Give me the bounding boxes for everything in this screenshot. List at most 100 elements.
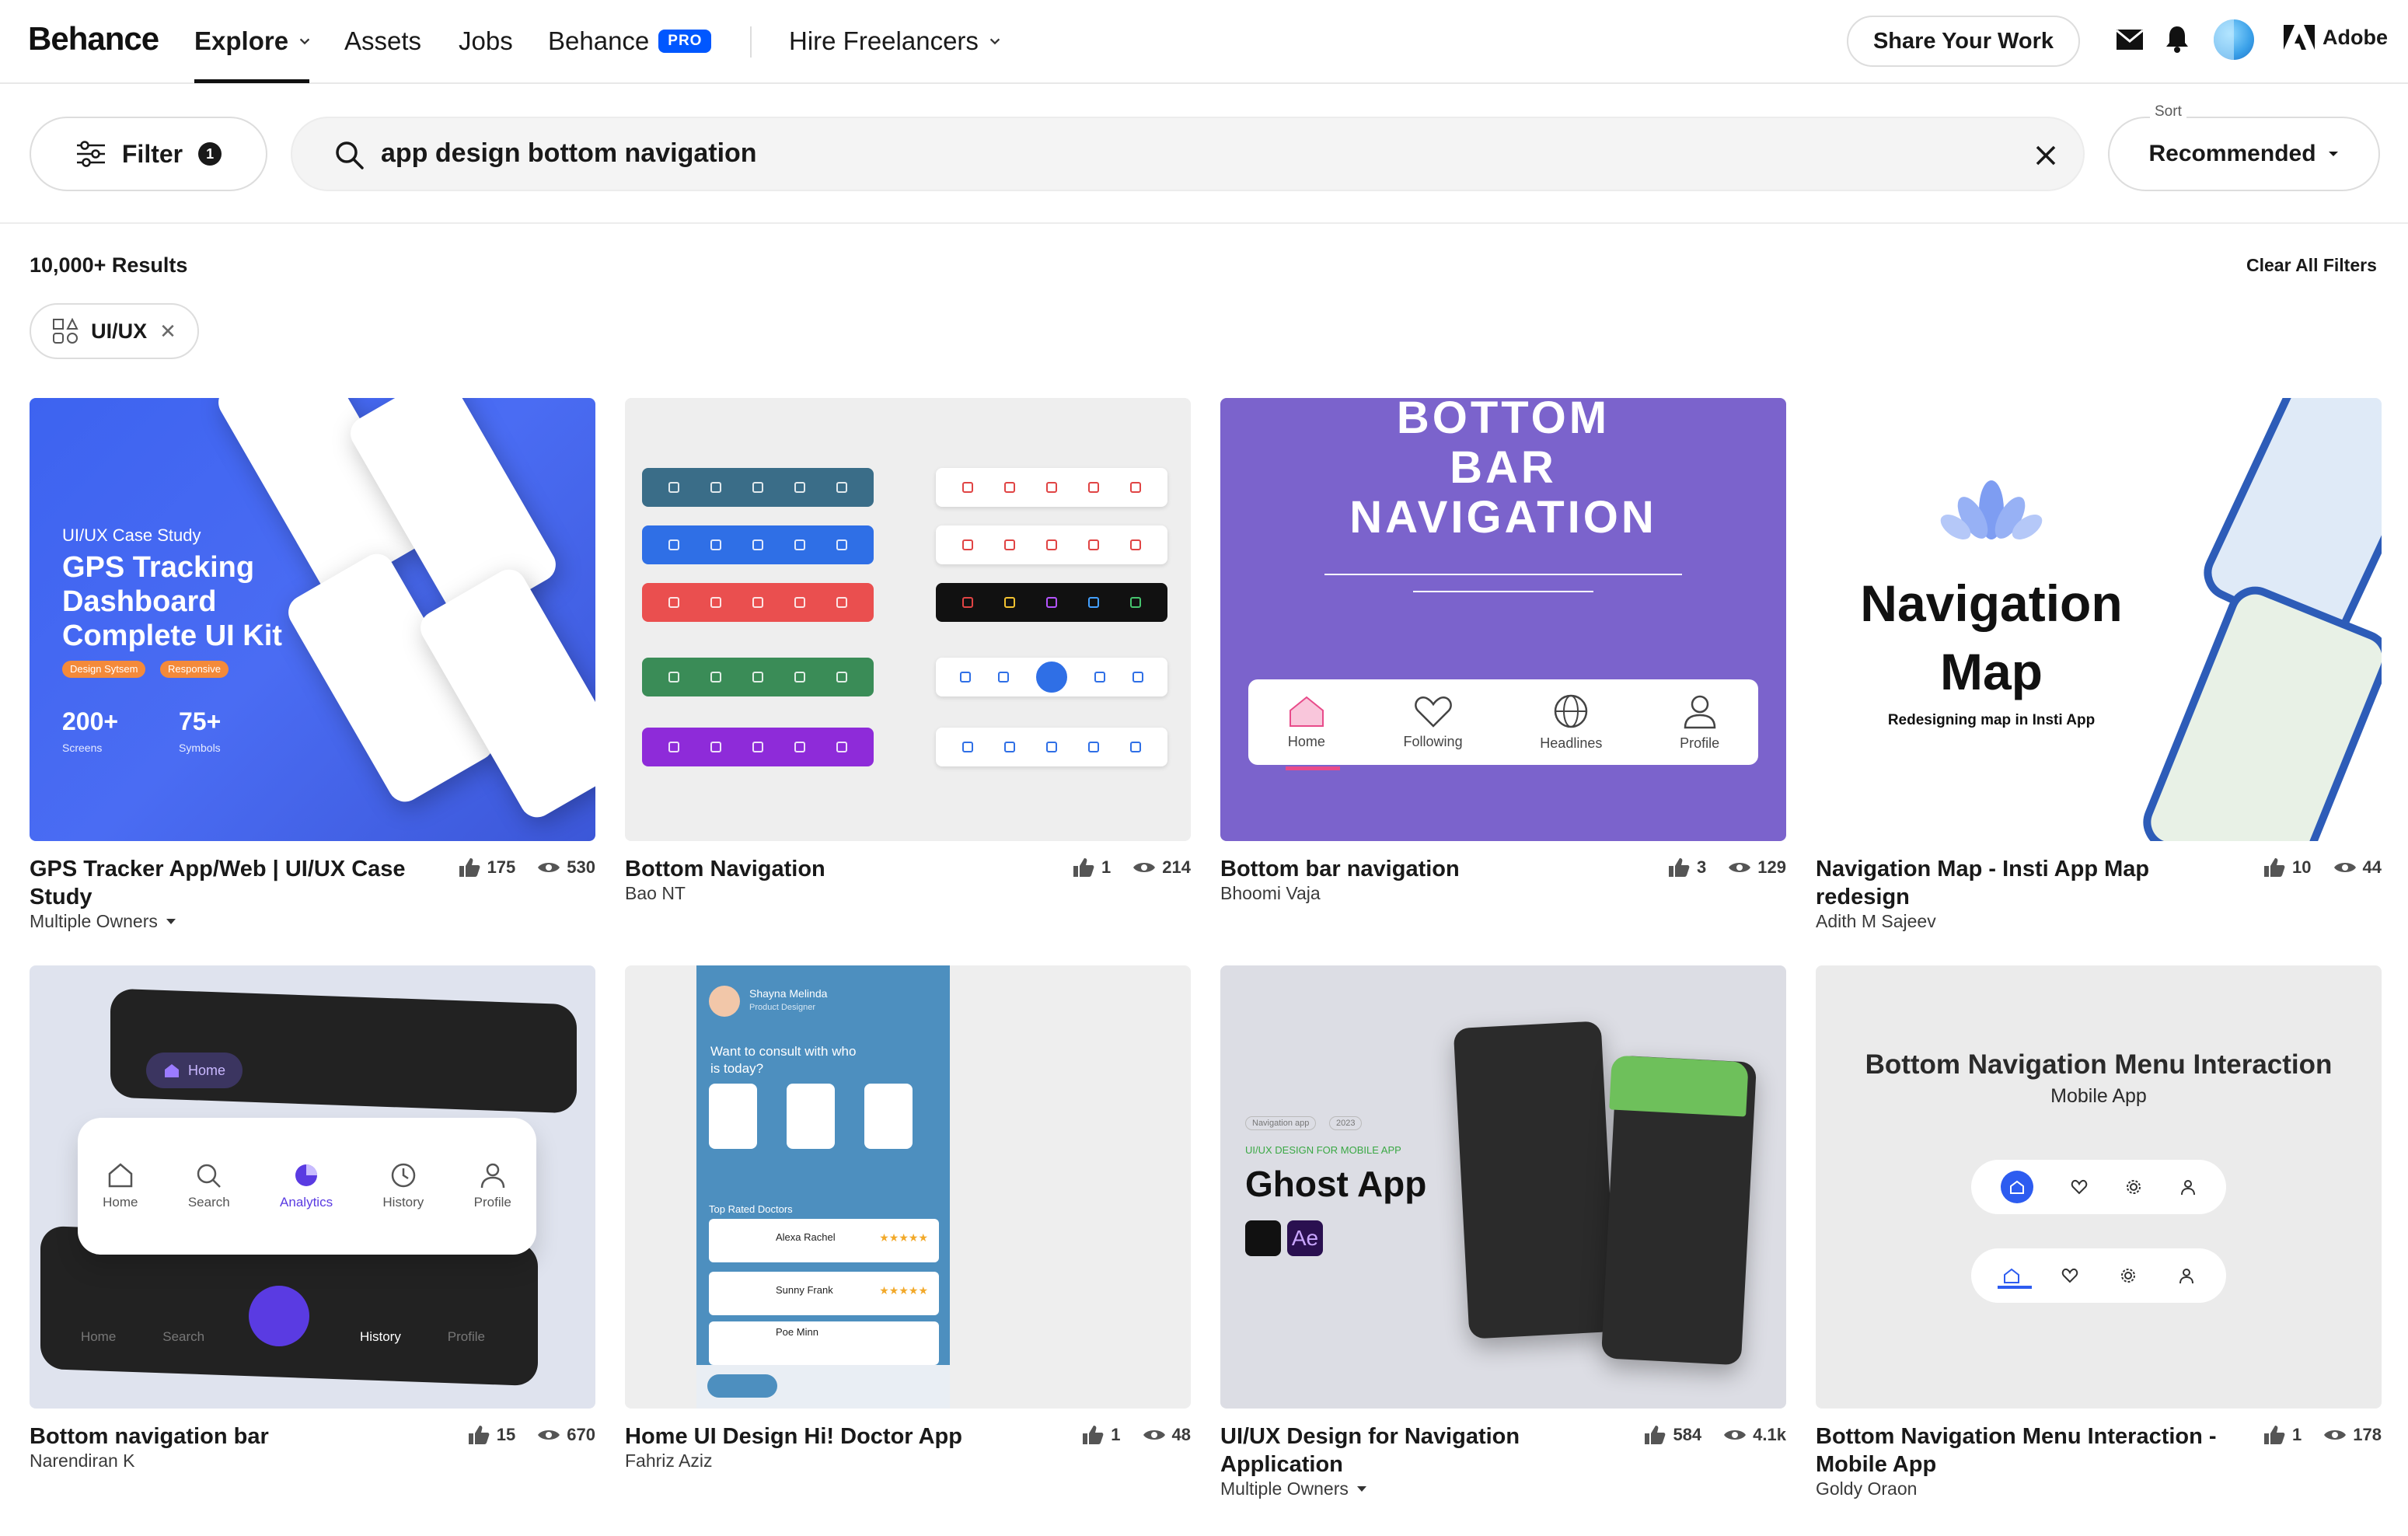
dark-nav-labels: Home Search History Profile	[58, 1329, 508, 1345]
project-owner[interactable]: Bhoomi Vaja	[1220, 883, 1321, 904]
avatar[interactable]	[2214, 19, 2254, 60]
project-owner[interactable]: Adith M Sajeev	[1816, 911, 1936, 932]
thumb-headline: Navigation Map	[1860, 574, 2123, 700]
project-title[interactable]: GPS Tracker App/Web | UI/UX Case Study	[30, 855, 434, 911]
nav-bar-sample	[642, 525, 874, 564]
tab-label: Home	[80, 1329, 117, 1344]
project-owner[interactable]: Goldy Oraon	[1816, 1478, 1917, 1499]
project-thumbnail[interactable]	[625, 398, 1191, 841]
project-title[interactable]: Bottom navigation bar	[30, 1423, 434, 1450]
adobe-link[interactable]: Adobe	[2284, 25, 2388, 50]
nav-bar-sample	[936, 525, 1167, 564]
active-pill-label: Home	[188, 1062, 226, 1078]
project-thumbnail[interactable]: Home Home Search Analytics History Profi…	[30, 965, 595, 1409]
service-card	[709, 1084, 757, 1149]
search-input[interactable]: app design bottom navigation	[381, 138, 1935, 169]
tab-label: Profile	[447, 1329, 485, 1344]
sort-value: Recommended	[2148, 141, 2316, 166]
thumbs-up-icon	[2264, 858, 2285, 877]
filter-button[interactable]: Filter 1	[30, 117, 267, 191]
nav-bar-sample	[936, 583, 1167, 622]
project-thumbnail[interactable]: Bottom Navigation Menu Interaction Mobil…	[1816, 965, 2382, 1409]
globe-icon	[1555, 694, 1588, 728]
close-icon[interactable]	[2033, 143, 2058, 168]
caret-down-icon	[1356, 1486, 1366, 1492]
tag: Responsive	[160, 661, 229, 678]
nav-bar-sample	[642, 728, 874, 766]
chip-remove-icon[interactable]: ✕	[159, 319, 176, 344]
thumb-headline: Bottom Navigation Menu Interaction	[1865, 1049, 2333, 1080]
filter-chip-uiux[interactable]: UI/UX ✕	[30, 303, 199, 359]
user-name: Shayna Melinda	[749, 987, 828, 1000]
nav-behance-pro[interactable]: Behance PRO	[548, 26, 712, 56]
project-stats: 10 44	[2263, 857, 2382, 878]
project-thumbnail[interactable]: Navigation app 2023 UI/UX DESIGN FOR MOB…	[1220, 965, 1786, 1409]
project-stats: 15 670	[467, 1424, 595, 1446]
tab-label: Home	[1287, 733, 1325, 749]
nav-explore[interactable]: Explore	[194, 26, 312, 56]
sort-dropdown[interactable]: Recommended	[2108, 117, 2380, 191]
project-owner[interactable]: Fahriz Aziz	[625, 1450, 712, 1471]
nav-bar-sample	[936, 728, 1167, 766]
nav-jobs[interactable]: Jobs	[459, 26, 513, 56]
thumbs-up-icon	[1645, 1426, 1666, 1444]
project-card[interactable]: Home Home Search Analytics History Profi…	[30, 965, 595, 1471]
filter-count-badge: 1	[198, 142, 222, 166]
project-thumbnail[interactable]: BOTTOM BAR NAVIGATION Home Following Hea…	[1220, 398, 1786, 841]
project-card[interactable]: Navigation app 2023 UI/UX DESIGN FOR MOB…	[1220, 965, 1786, 1499]
tab-profile: Profile	[474, 1162, 511, 1210]
project-title[interactable]: Bottom Navigation	[625, 855, 1029, 883]
search-bar[interactable]: app design bottom navigation	[291, 117, 2085, 191]
project-card[interactable]: Bottom Navigation Menu Interaction Mobil…	[1816, 965, 2382, 1499]
project-card[interactable]: BOTTOM BAR NAVIGATION Home Following Hea…	[1220, 398, 1786, 903]
project-title[interactable]: Navigation Map - Insti App Map redesign	[1816, 855, 2220, 911]
project-title[interactable]: Bottom bar navigation	[1220, 855, 1625, 883]
owner-name: Bhoomi Vaja	[1220, 883, 1321, 903]
tab-history: History	[382, 1162, 424, 1210]
likes-count: 1	[1111, 1425, 1121, 1444]
home-icon	[108, 1163, 133, 1188]
after-effects-icon: Ae	[1287, 1220, 1323, 1256]
nav-assets[interactable]: Assets	[344, 26, 421, 56]
tab-label: Home	[103, 1195, 138, 1210]
tag: Design Sytsem	[62, 661, 146, 678]
project-title[interactable]: Home UI Design Hi! Doctor App	[625, 1423, 1029, 1450]
active-tab-underline	[194, 79, 309, 83]
top-navigation: Behance Explore Assets Jobs Behance PRO …	[0, 0, 2408, 84]
owner-name: Multiple Owners	[30, 911, 158, 931]
project-thumbnail[interactable]: Navigation Map Redesigning map in Insti …	[1816, 398, 2382, 841]
bell-icon[interactable]	[2165, 25, 2189, 53]
clear-all-filters-link[interactable]: Clear All Filters	[2246, 255, 2377, 276]
project-thumbnail[interactable]: UI/UX Case Study GPS Tracking Dashboard …	[30, 398, 595, 841]
project-owner[interactable]: Multiple Owners	[1220, 1478, 1367, 1499]
project-card[interactable]: UI/UX Case Study GPS Tracking Dashboard …	[30, 398, 595, 931]
project-thumbnail[interactable]: Shayna Melinda Product Designer Want to …	[625, 965, 1191, 1409]
project-owner[interactable]: Bao NT	[625, 883, 686, 904]
project-owner[interactable]: Multiple Owners	[30, 911, 176, 932]
project-card[interactable]: Shayna Melinda Product Designer Want to …	[625, 965, 1191, 1471]
doctor-name: Sunny Frank	[776, 1284, 833, 1296]
behance-logo[interactable]: Behance	[28, 20, 159, 58]
thumbs-up-icon	[1083, 1426, 1104, 1444]
tab-label: Following	[1403, 733, 1463, 749]
user-icon	[2181, 1180, 2195, 1196]
tab-following: Following	[1404, 695, 1463, 750]
nav-hire-freelancers[interactable]: Hire Freelancers	[789, 26, 1002, 56]
project-card[interactable]: Bottom Navigation Bao NT 1 214	[625, 398, 1191, 903]
project-title[interactable]: Bottom Navigation Menu Interaction - Mob…	[1816, 1423, 2220, 1478]
stat-value: 75+	[179, 707, 222, 735]
project-title[interactable]: UI/UX Design for Navigation Application	[1220, 1423, 1625, 1478]
rating-stars: ★★★★★	[879, 1231, 928, 1244]
nav-divider	[750, 26, 752, 58]
thumb-subtitle: Redesigning map in Insti App	[1887, 712, 2096, 728]
project-card[interactable]: Navigation Map Redesigning map in Insti …	[1816, 398, 2382, 931]
mail-icon[interactable]	[2116, 28, 2144, 51]
user-role: Product Designer	[749, 1003, 815, 1012]
thumbs-up-icon	[2264, 1426, 2285, 1444]
thumbs-up-icon	[1073, 858, 1094, 877]
eye-icon	[1133, 863, 1156, 872]
project-owner[interactable]: Narendiran K	[30, 1450, 135, 1471]
eye-icon	[2324, 1430, 2347, 1440]
light-nav-mockup: Home Search Analytics History Profile	[78, 1118, 536, 1255]
share-your-work-button[interactable]: Share Your Work	[1847, 16, 2080, 67]
